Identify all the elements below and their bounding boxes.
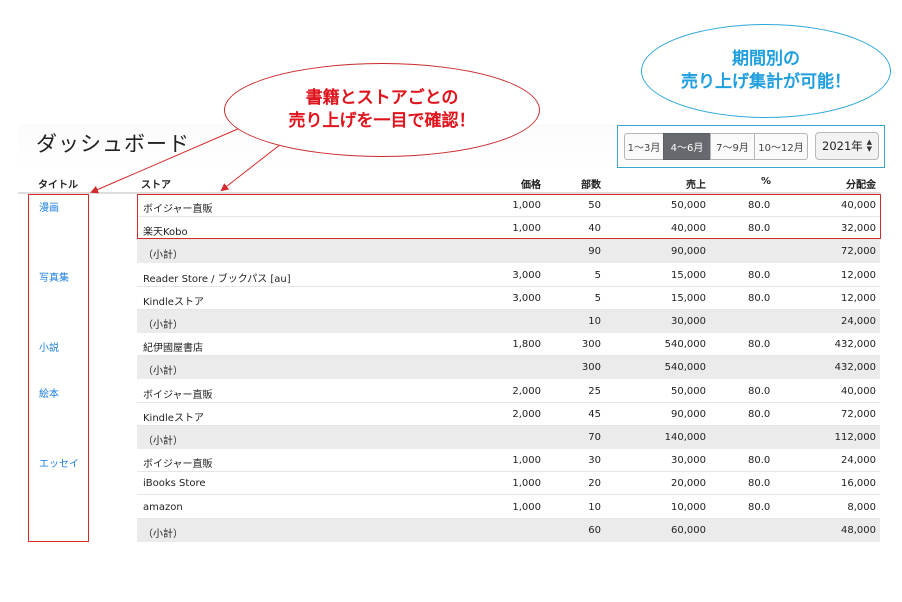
arrow-to-store-column (220, 143, 282, 192)
callout-period-sales-line2: 売り上げ集計が可能！ (681, 72, 851, 92)
callout-store-sales: 書籍とストアごとの 売り上げを一目で確認！ (224, 63, 540, 157)
callout-period-sales-line1: 期間別の (732, 49, 800, 70)
arrow-to-title-column (90, 127, 241, 194)
callout-store-sales-line1: 書籍とストアごとの (305, 88, 459, 109)
callout-store-sales-line2: 売り上げを一目で確認！ (288, 111, 476, 131)
callout-period-sales: 期間別の 売り上げ集計が可能！ (641, 24, 891, 118)
